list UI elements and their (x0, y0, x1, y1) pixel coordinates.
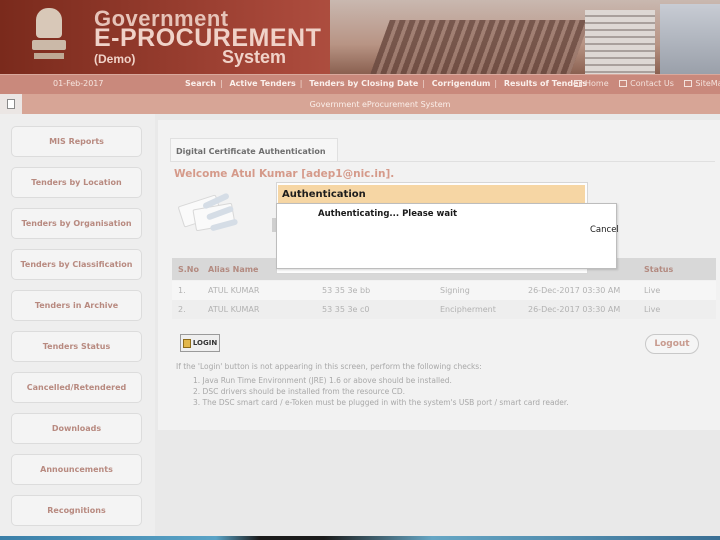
cell-alias: ATUL KUMAR (208, 286, 260, 295)
document-icon[interactable] (0, 94, 22, 114)
sitemap-icon (684, 80, 693, 87)
nav-link-corrigendum[interactable]: Corrigendum (432, 79, 491, 88)
key-icon (182, 338, 191, 348)
utility-links: Home Contact Us SiteMap (574, 79, 720, 88)
cell-alias: ATUL KUMAR (208, 305, 260, 314)
nav-link-tenders-by-closing-date[interactable]: Tenders by Closing Date (309, 79, 418, 88)
home-link[interactable]: Home (574, 79, 609, 88)
list-item: 1. Java Run Time Environment (JRE) 1.6 o… (193, 376, 452, 385)
sidebar-item-tenders-in-archive[interactable]: Tenders in Archive (11, 290, 142, 321)
national-emblem-icon (28, 4, 70, 66)
cell-status: Live (644, 286, 661, 295)
sidebar-item-mis-reports[interactable]: MIS Reports (11, 126, 142, 157)
cell-usage: Signing (440, 286, 470, 295)
dialog-title: Authentication (278, 185, 585, 203)
list-item: 3. The DSC smart card / e-Token must be … (193, 398, 569, 407)
sidebar-item-tenders-by-location[interactable]: Tenders by Location (11, 167, 142, 198)
top-nav-bar: 01-Feb-2017 Search | Active Tenders | Tend… (0, 74, 720, 94)
sidebar-item-downloads[interactable]: Downloads (11, 413, 142, 444)
home-icon (574, 80, 582, 87)
cell-expiry: 26-Dec-2017 03:30 AM (528, 305, 621, 314)
banner-dam-image (370, 20, 590, 74)
table-row[interactable]: 2. ATUL KUMAR 53 35 3e c0 Encipherment 2… (172, 300, 716, 319)
cell-expiry: 26-Dec-2017 03:30 AM (528, 286, 621, 295)
tab-digital-certificate-authentication[interactable]: Digital Certificate Authentication (170, 138, 338, 162)
logo-line-2: E-PROCUREMENT (94, 24, 322, 52)
col-status: Status (644, 265, 674, 274)
mail-icon (619, 80, 628, 87)
nav-links: Search | Active Tenders | Tenders by Closi… (185, 79, 588, 88)
sidebar: MIS Reports Tenders by Location Tenders … (0, 114, 155, 540)
welcome-message: Welcome Atul Kumar [adep1@nic.in]. (174, 168, 395, 180)
sidebar-item-cancelled-retendered[interactable]: Cancelled/Retendered (11, 372, 142, 403)
table-row[interactable]: 1. ATUL KUMAR 53 35 3e bb Signing 26-Dec… (172, 281, 716, 300)
cell-usage: Encipherment (440, 305, 496, 314)
nav-link-search[interactable]: Search (185, 79, 216, 88)
cell-serial: 53 35 3e c0 (322, 305, 370, 314)
cell-sno: 2. (178, 305, 186, 314)
sidebar-item-tenders-by-classification[interactable]: Tenders by Classification (11, 249, 142, 280)
sitemap-link[interactable]: SiteMap (684, 79, 720, 88)
nav-link-active-tenders[interactable]: Active Tenders (229, 79, 295, 88)
login-button[interactable]: LOGIN (180, 334, 220, 352)
sidebar-item-tenders-status[interactable]: Tenders Status (11, 331, 142, 362)
sub-header-bar: Government eProcurement System (0, 94, 720, 114)
dsc-token-image (176, 190, 278, 240)
login-help-note: If the 'Login' button is not appearing i… (176, 362, 482, 371)
checks-list: 1. Java Run Time Environment (JRE) 1.6 o… (193, 376, 569, 409)
logo-demo: (Demo) (94, 52, 136, 66)
col-alias-name: Alias Name (208, 265, 259, 274)
header-banner: Government E-PROCUREMENT (Demo) System (0, 0, 720, 74)
cell-status: Live (644, 305, 661, 314)
current-date: 01-Feb-2017 (53, 79, 104, 88)
logo-line-3: System (222, 47, 287, 67)
banner-building-image-2 (660, 4, 720, 74)
login-label: LOGIN (192, 339, 218, 347)
sidebar-item-tenders-by-organisation[interactable]: Tenders by Organisation (11, 208, 142, 239)
banner-building-image (585, 10, 655, 74)
contact-us-link[interactable]: Contact Us (619, 79, 674, 88)
dialog-message: Authenticating... Please wait (318, 209, 458, 219)
logout-button[interactable]: Logout (645, 334, 699, 354)
sidebar-item-announcements[interactable]: Announcements (11, 454, 142, 485)
cell-serial: 53 35 3e bb (322, 286, 371, 295)
dialog-cancel-button[interactable]: Cancel (590, 225, 619, 235)
taskbar-strip (0, 536, 720, 540)
sidebar-item-recognitions[interactable]: Recognitions (11, 495, 142, 526)
page-subtitle: Government eProcurement System (309, 100, 451, 109)
tab-divider (170, 161, 715, 162)
cell-sno: 1. (178, 286, 186, 295)
list-item: 2. DSC drivers should be installed from … (193, 387, 405, 396)
col-sno: S.No (178, 265, 199, 274)
